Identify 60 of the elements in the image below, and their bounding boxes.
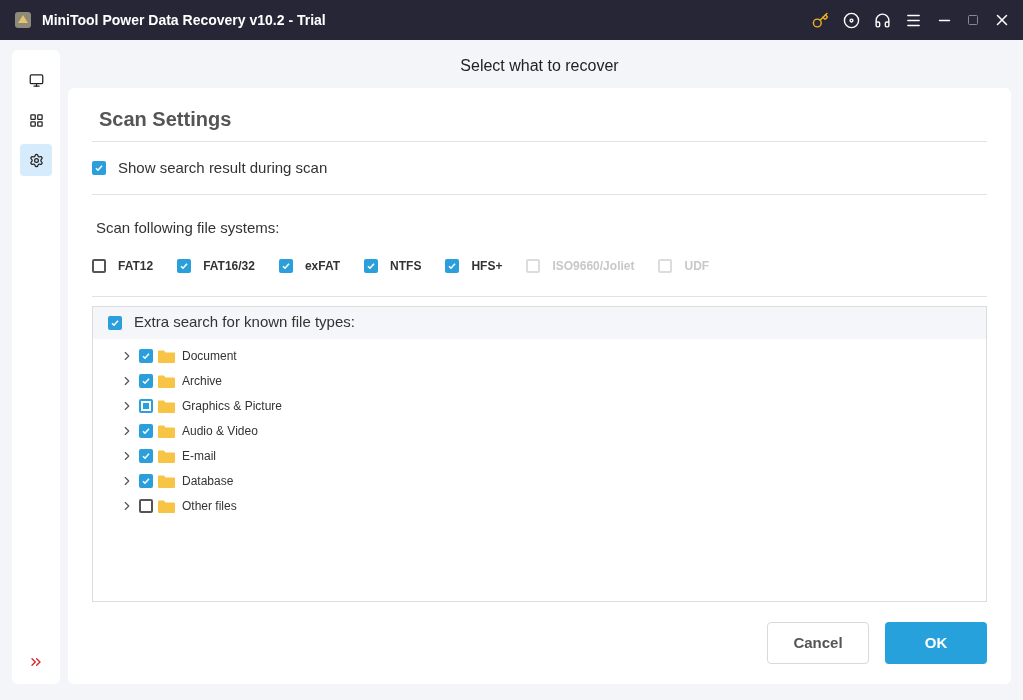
checkbox[interactable] [139, 374, 153, 388]
checkmark-icon [366, 260, 377, 271]
tree-item-label[interactable]: Graphics & Picture [182, 397, 283, 415]
folder-icon [158, 474, 175, 488]
app-logo-icon [12, 9, 34, 31]
panel-title: Scan Settings [99, 107, 233, 132]
tree-header-label: Extra search for known file types: [134, 312, 355, 333]
tree-item-label[interactable]: E-mail [182, 447, 216, 465]
checkbox[interactable] [445, 258, 460, 273]
settings-icon [28, 152, 44, 168]
folder-icon [158, 449, 175, 463]
tree-item-label[interactable]: Document [182, 347, 237, 365]
checkbox[interactable] [364, 258, 379, 273]
folder-icon [158, 399, 175, 413]
checkbox[interactable] [139, 349, 153, 363]
folder-icon [158, 424, 175, 438]
key-icon[interactable] [812, 11, 829, 29]
checkbox[interactable] [139, 449, 153, 463]
folder-icon [158, 499, 175, 513]
checkmark-icon [94, 163, 104, 173]
folder-icon [158, 349, 175, 363]
checkmark-icon [141, 351, 151, 361]
checkbox[interactable] [92, 258, 106, 273]
checkmark-icon [110, 317, 120, 328]
tree-item-label[interactable]: Other files [182, 497, 237, 515]
window-title: MiniTool Power Data Recovery v10.2 - Trial [42, 10, 326, 30]
file-system-label: FAT16/32 [203, 257, 255, 275]
checkmark-icon [141, 476, 151, 486]
cancel-button[interactable]: Cancel [767, 622, 869, 664]
checkmark-icon [280, 260, 291, 271]
checkmark-icon [141, 376, 151, 386]
checkbox[interactable] [139, 399, 153, 413]
file-system-label: FAT12 [118, 257, 154, 275]
checkbox[interactable] [139, 424, 153, 438]
checkmark-icon [141, 426, 151, 436]
checkbox[interactable] [139, 474, 153, 488]
disc-icon[interactable] [843, 11, 860, 29]
checkbox[interactable] [139, 499, 153, 513]
sidebar-item[interactable] [20, 144, 52, 176]
apps-icon [28, 112, 44, 128]
checkmark-icon [179, 260, 190, 271]
checkbox-label: Show search result during scan [118, 157, 328, 178]
checkbox[interactable] [108, 315, 122, 330]
tree-item-label[interactable]: Archive [182, 372, 222, 390]
checkmark-icon [141, 451, 151, 461]
tree-item-label[interactable]: Audio & Video [182, 422, 258, 440]
checkmark-icon [447, 260, 458, 271]
checkbox[interactable] [92, 161, 106, 175]
folder-icon [158, 374, 175, 388]
section-label: Scan following file systems: [96, 218, 281, 238]
checkbox[interactable] [278, 258, 293, 273]
tree-item-label[interactable]: Database [182, 472, 234, 490]
file-system-label: exFAT [304, 257, 341, 275]
file-system-label: NTFS [390, 257, 422, 275]
page-title: Select what to recover [460, 56, 619, 76]
maximize-icon[interactable] [967, 14, 979, 26]
file-system-label: HFS+ [471, 257, 503, 275]
monitor-icon [28, 72, 44, 88]
checkbox[interactable] [177, 258, 192, 273]
headphones-icon[interactable] [874, 11, 891, 29]
